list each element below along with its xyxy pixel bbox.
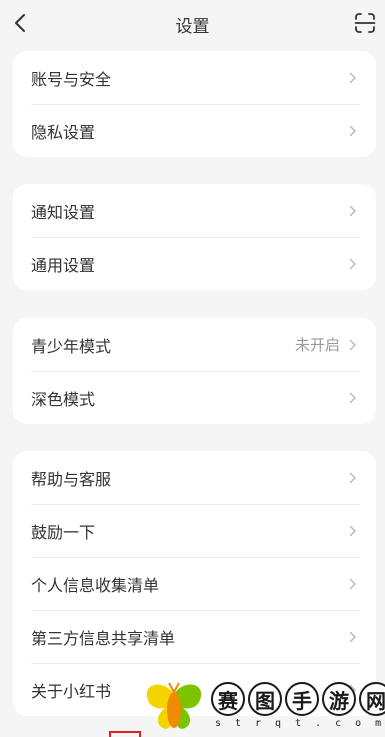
settings-item-label: 第三方信息共享清单 (31, 628, 176, 648)
settings-item-teen-mode[interactable]: 青少年模式 未开启 (13, 318, 376, 371)
settings-item-label: 通用设置 (31, 255, 96, 275)
chevron-right-icon (349, 577, 357, 590)
scan-icon[interactable] (353, 11, 377, 35)
page-title: 设置 (175, 17, 210, 37)
settings-item-account-security[interactable]: 账号与安全 (13, 51, 376, 104)
settings-item-label: 账号与安全 (31, 69, 112, 89)
butterfly-logo-icon (146, 682, 202, 729)
chevron-right-icon (349, 630, 357, 643)
chevron-right-icon (349, 524, 357, 537)
settings-item-help-support[interactable]: 帮助与客服 (13, 451, 376, 504)
settings-item-label: 个人信息收集清单 (31, 575, 160, 595)
top-bar: 设置 (0, 0, 385, 48)
watermark-domain: strqt.com (215, 718, 385, 729)
chevron-right-icon (349, 257, 357, 270)
chevron-right-icon (349, 391, 357, 404)
watermark: 赛 图 手 游 网 strqt.com (143, 678, 385, 734)
chevron-right-icon (349, 338, 357, 351)
settings-item-personal-info-list[interactable]: 个人信息收集清单 (13, 557, 376, 610)
watermark-char: 赛 (211, 682, 245, 716)
settings-group-account: 账号与安全 隐私设置 (13, 51, 376, 157)
watermark-char: 网 (359, 682, 385, 716)
chevron-right-icon (349, 471, 357, 484)
chevron-right-icon (349, 71, 357, 84)
settings-item-privacy[interactable]: 隐私设置 (13, 104, 376, 157)
red-outline-mark (109, 731, 141, 737)
settings-item-dark-mode[interactable]: 深色模式 (13, 371, 376, 424)
settings-item-label: 隐私设置 (31, 122, 96, 142)
watermark-char: 图 (248, 682, 282, 716)
settings-item-general[interactable]: 通用设置 (13, 237, 376, 290)
teen-mode-status: 未开启 (294, 336, 340, 354)
settings-group-help: 帮助与客服 鼓励一下 个人信息收集清单 第三方信息共享清单 关于小红书 (13, 451, 376, 716)
watermark-char: 游 (322, 682, 356, 716)
settings-item-label: 青少年模式 (31, 336, 112, 356)
settings-item-third-party-sharing[interactable]: 第三方信息共享清单 (13, 610, 376, 663)
settings-item-label: 深色模式 (31, 389, 96, 409)
settings-item-label: 鼓励一下 (31, 522, 96, 542)
settings-item-label: 帮助与客服 (31, 469, 112, 489)
chevron-right-icon (349, 124, 357, 137)
watermark-char: 手 (285, 682, 319, 716)
settings-group-general: 通知设置 通用设置 (13, 184, 376, 290)
watermark-chars: 赛 图 手 游 网 (211, 682, 385, 716)
settings-item-notifications[interactable]: 通知设置 (13, 184, 376, 237)
chevron-right-icon (349, 204, 357, 217)
settings-group-modes: 青少年模式 未开启 深色模式 (13, 318, 376, 424)
settings-item-label: 通知设置 (31, 202, 96, 222)
settings-item-encourage[interactable]: 鼓励一下 (13, 504, 376, 557)
